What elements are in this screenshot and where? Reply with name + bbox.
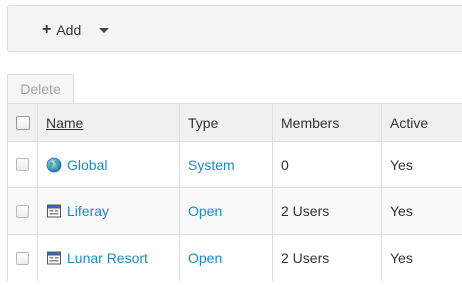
delete-button[interactable]: Delete	[7, 74, 74, 103]
row-check-cell	[8, 142, 38, 187]
name-cell: Liferay	[38, 188, 180, 234]
site-name-link[interactable]: Global	[67, 157, 107, 173]
members-cell: 2 Users	[273, 188, 382, 234]
name-cell: Global	[38, 142, 180, 187]
caret-down-icon	[99, 27, 110, 33]
members-cell: 2 Users	[273, 235, 382, 281]
site-type-link[interactable]: Open	[188, 250, 222, 266]
site-name-group: Lunar Resort	[46, 250, 148, 266]
table-header-row: Name Type Members Active	[8, 104, 462, 142]
site-type-link[interactable]: System	[188, 157, 235, 173]
row-check-cell	[8, 235, 38, 281]
type-cell: Open	[180, 188, 273, 234]
globe-icon	[46, 157, 62, 172]
active-cell: Yes	[390, 156, 413, 173]
row-check-cell	[8, 188, 38, 234]
site-icon	[47, 251, 61, 265]
plus-icon: +	[42, 21, 52, 38]
add-button-label: Add	[56, 22, 82, 38]
header-type: Type	[180, 104, 273, 141]
site-name-group: Global	[46, 157, 107, 173]
table-row: Global System 0 Yes	[8, 142, 462, 188]
site-name-link[interactable]: Lunar Resort	[67, 250, 148, 266]
table-row: Liferay Open 2 Users Yes	[8, 188, 462, 235]
sort-by-name-link[interactable]: Name	[46, 115, 83, 131]
members-cell: 0	[273, 142, 382, 187]
type-cell: Open	[180, 235, 273, 281]
add-button[interactable]: + Add	[42, 20, 110, 40]
site-type-link[interactable]: Open	[188, 203, 222, 219]
site-name-group: Liferay	[46, 203, 109, 219]
name-cell: Lunar Resort	[38, 235, 180, 281]
header-check-cell	[8, 104, 38, 141]
select-all-checkbox[interactable]	[15, 115, 30, 130]
header-members: Members	[273, 104, 382, 141]
row-checkbox[interactable]	[16, 204, 29, 218]
type-cell: System	[180, 142, 273, 187]
header-name-cell: Name	[38, 104, 180, 141]
table-row: Lunar Resort Open 2 Users Yes	[8, 235, 462, 281]
sites-table: Name Type Members Active Global System 0…	[7, 103, 462, 281]
site-name-link[interactable]: Liferay	[67, 203, 109, 219]
active-cell: Yes	[390, 250, 413, 266]
management-toolbar: + Add	[7, 5, 462, 52]
row-checkbox[interactable]	[16, 251, 29, 265]
row-checkbox[interactable]	[16, 158, 29, 171]
header-active: Active	[390, 114, 429, 131]
site-icon	[47, 204, 61, 218]
active-cell: Yes	[390, 203, 413, 219]
